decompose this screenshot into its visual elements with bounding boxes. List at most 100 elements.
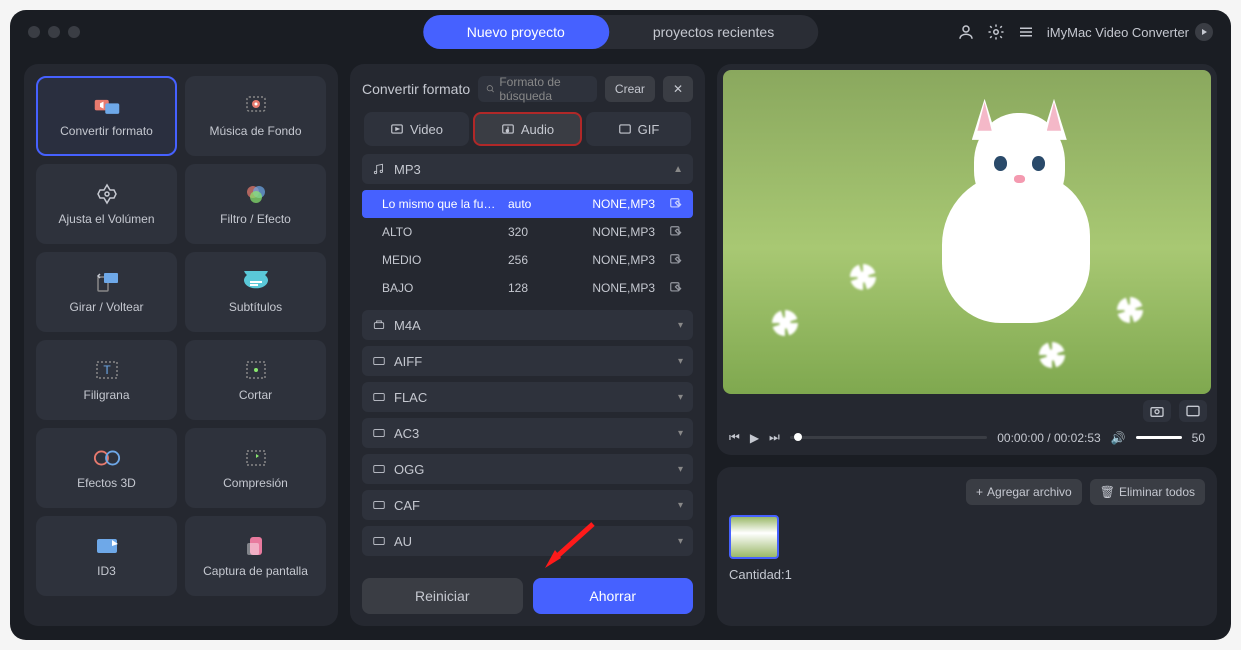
preset-row[interactable]: Lo mismo que la fu…autoNONE,MP3: [362, 190, 693, 218]
preset-row[interactable]: MEDIO256NONE,MP3: [362, 246, 693, 274]
queue-panel: +Agregar archivo 🗑Eliminar todos Cantida…: [717, 467, 1217, 626]
tool-label: Ajusta el Volúmen: [58, 212, 154, 226]
tool-label: Captura de pantalla: [203, 564, 308, 578]
window-controls: [28, 26, 80, 38]
panel-title: Convertir formato: [362, 81, 470, 97]
tool-label: Efectos 3D: [77, 476, 136, 490]
music-icon: [242, 94, 270, 118]
app-window: Nuevo proyecto proyectos recientes iMyMa…: [10, 10, 1231, 640]
preview-column: ⏮ ▶ ⏭ 00:00:00 / 00:02:53 🔊 50 +Agregar …: [717, 64, 1217, 626]
tool-subtitles[interactable]: Subtítulos: [185, 252, 326, 332]
add-file-button[interactable]: +Agregar archivo: [966, 479, 1082, 505]
format-ac3[interactable]: AC3▾: [362, 418, 693, 448]
format-aiff[interactable]: AIFF▾: [362, 346, 693, 376]
video-preview[interactable]: [723, 70, 1211, 394]
edit-icon[interactable]: [669, 225, 683, 239]
type-tab-label: GIF: [638, 122, 660, 137]
next-button[interactable]: ⏭: [769, 430, 780, 445]
format-au[interactable]: AU▾: [362, 526, 693, 556]
edit-icon[interactable]: [669, 197, 683, 211]
preset-row[interactable]: BAJO128NONE,MP3: [362, 274, 693, 302]
tool-filter-effect[interactable]: Filtro / Efecto: [185, 164, 326, 244]
tool-adjust-volume[interactable]: Ajusta el Volúmen: [36, 164, 177, 244]
tool-label: Música de Fondo: [209, 124, 301, 138]
create-button[interactable]: Crear: [605, 76, 655, 102]
header-tools: iMyMac Video Converter: [957, 23, 1213, 41]
edit-icon[interactable]: [669, 253, 683, 267]
id3-icon: [93, 534, 121, 558]
tool-label: Filtro / Efecto: [220, 212, 291, 226]
type-tab-gif[interactable]: GIF: [586, 112, 691, 146]
volume-slider[interactable]: [1136, 436, 1182, 439]
format-ogg[interactable]: OGG▾: [362, 454, 693, 484]
brand-label: iMyMac Video Converter: [1047, 25, 1189, 40]
reset-button[interactable]: Reiniciar: [362, 578, 523, 614]
format-mp3[interactable]: MP3▲: [362, 154, 693, 184]
rotate-icon: [93, 270, 121, 294]
screenshot-icon: [242, 534, 270, 558]
crop-icon: [242, 358, 270, 382]
fullscreen-button[interactable]: [1179, 400, 1207, 422]
account-icon[interactable]: [957, 23, 975, 41]
tab-recent-projects[interactable]: proyectos recientes: [609, 15, 818, 49]
tool-rotate-flip[interactable]: Girar / Voltear: [36, 252, 177, 332]
titlebar: Nuevo proyecto proyectos recientes iMyMa…: [10, 10, 1231, 54]
tool-compression[interactable]: Compresión: [185, 428, 326, 508]
3d-icon: [93, 446, 121, 470]
format-panel: Convertir formato Formato de búsqueda Cr…: [350, 64, 705, 626]
progress-bar[interactable]: [790, 436, 987, 439]
tool-label: Cortar: [239, 388, 272, 402]
format-m4a[interactable]: M4A▾: [362, 310, 693, 340]
menu-icon[interactable]: [1017, 23, 1035, 41]
convert-icon: [93, 94, 121, 118]
edit-icon[interactable]: [669, 281, 683, 295]
volume-icon: [93, 182, 121, 206]
close-dot[interactable]: [28, 26, 40, 38]
video-panel: ⏮ ▶ ⏭ 00:00:00 / 00:02:53 🔊 50: [717, 64, 1217, 455]
tool-crop[interactable]: Cortar: [185, 340, 326, 420]
main-tabs: Nuevo proyecto proyectos recientes: [423, 15, 818, 49]
tool-label: Filigrana: [83, 388, 129, 402]
prev-button[interactable]: ⏮: [729, 430, 740, 445]
type-tab-video[interactable]: Video: [364, 112, 469, 146]
queue-count: Cantidad:1: [729, 567, 1205, 582]
tool-bg-music[interactable]: Música de Fondo: [185, 76, 326, 156]
settings-icon[interactable]: [987, 23, 1005, 41]
save-button[interactable]: Ahorrar: [533, 578, 694, 614]
time-display: 00:00:00 / 00:02:53: [997, 431, 1100, 445]
tool-label: Convertir formato: [60, 124, 153, 138]
tool-watermark[interactable]: T Filigrana: [36, 340, 177, 420]
type-tab-audio[interactable]: Audio: [473, 112, 582, 146]
tool-screenshot[interactable]: Captura de pantalla: [185, 516, 326, 596]
search-input[interactable]: Formato de búsqueda: [478, 76, 597, 102]
format-caf[interactable]: CAF▾: [362, 490, 693, 520]
play-button[interactable]: ▶: [750, 431, 759, 445]
tool-label: Subtítulos: [229, 300, 282, 314]
tool-convert-format[interactable]: Convertir formato: [36, 76, 177, 156]
min-dot[interactable]: [48, 26, 60, 38]
filter-icon: [242, 182, 270, 206]
queue-thumbnail[interactable]: [729, 515, 779, 559]
preset-row[interactable]: ALTO320NONE,MP3: [362, 218, 693, 246]
brand-play-icon: [1195, 23, 1213, 41]
tool-label: ID3: [97, 564, 116, 578]
tool-label: Girar / Voltear: [69, 300, 143, 314]
type-tab-label: Video: [410, 122, 443, 137]
tab-new-project[interactable]: Nuevo proyecto: [423, 15, 609, 49]
format-flac[interactable]: FLAC▾: [362, 382, 693, 412]
tool-3d-effects[interactable]: Efectos 3D: [36, 428, 177, 508]
close-button[interactable]: ✕: [663, 76, 693, 102]
format-list: MP3▲ Lo mismo que la fu…autoNONE,MP3 ALT…: [362, 154, 693, 578]
volume-icon[interactable]: 🔊: [1111, 431, 1126, 445]
tool-label: Compresión: [223, 476, 288, 490]
compress-icon: [242, 446, 270, 470]
brand: iMyMac Video Converter: [1047, 23, 1213, 41]
search-placeholder: Formato de búsqueda: [499, 75, 589, 103]
subtitle-icon: [242, 270, 270, 294]
max-dot[interactable]: [68, 26, 80, 38]
snapshot-button[interactable]: [1143, 400, 1171, 422]
remove-all-button[interactable]: 🗑Eliminar todos: [1090, 479, 1205, 505]
volume-value: 50: [1192, 431, 1205, 445]
tool-id3[interactable]: ID3: [36, 516, 177, 596]
main-area: Convertir formato Música de Fondo Ajusta…: [10, 54, 1231, 640]
